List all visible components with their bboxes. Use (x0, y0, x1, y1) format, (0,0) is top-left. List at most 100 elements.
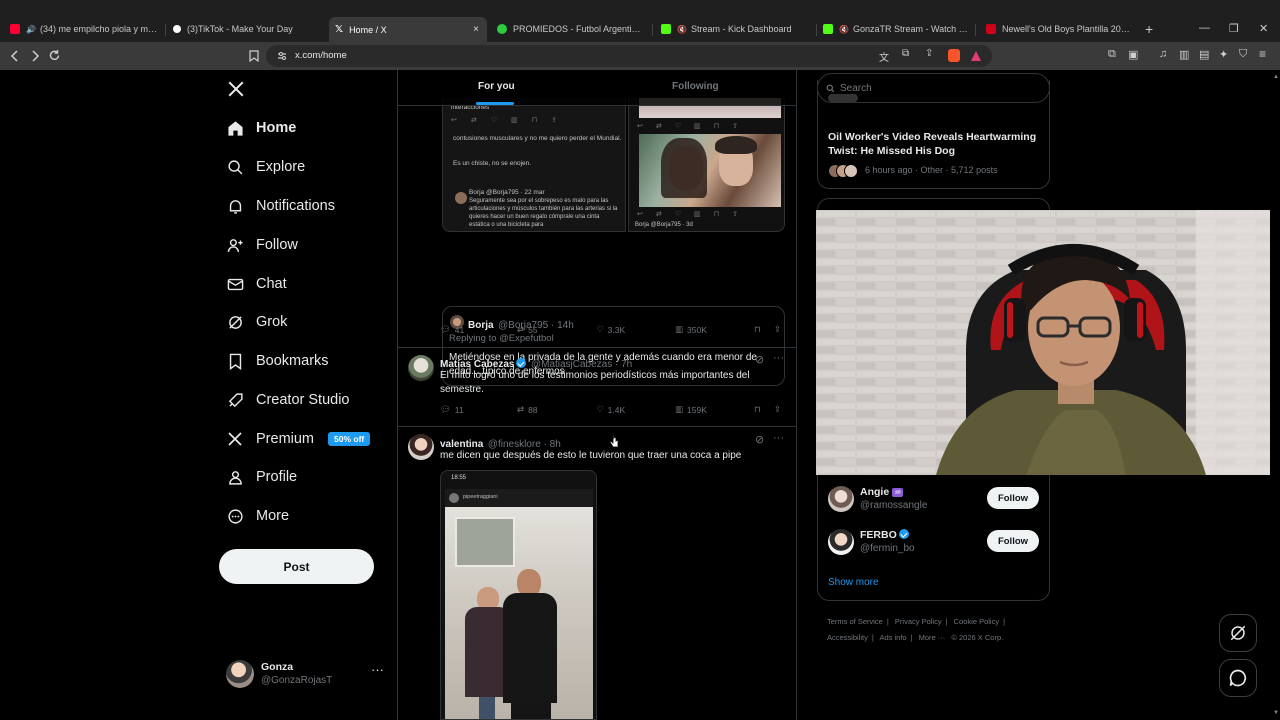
follow-suggestion[interactable]: Angie ♒ @ramossangle Follow (828, 483, 1043, 517)
music-icon[interactable]: ♫ (1159, 48, 1167, 60)
nav-item-follow[interactable]: Follow (218, 230, 298, 260)
account-switcher[interactable]: Gonza @GonzaRojasT ··· (226, 658, 388, 690)
show-more-link[interactable]: Show more (828, 577, 879, 588)
new-tab-button[interactable]: + (1145, 21, 1153, 37)
extensions-icon[interactable]: ⧉ (1108, 48, 1116, 61)
close-window-icon[interactable]: ✕ (1259, 22, 1268, 35)
nav-label: Creator Studio (256, 392, 350, 408)
sidebar-toggle-icon[interactable]: ▥ (1179, 48, 1189, 61)
avatar[interactable] (828, 529, 854, 555)
browser-tab[interactable]: 🔊 (34) me empilcho piola y me pe... (10, 19, 160, 39)
follow-button[interactable]: Follow (987, 530, 1039, 552)
translate-icon[interactable]: 文 (879, 49, 889, 64)
tweet-image[interactable]: ↩⇄♡▥⊓⇪ ↩⇄♡▥⊓⇪ Borja @Borja795 · 3d (628, 98, 785, 232)
nav-item-explore[interactable]: Explore (218, 152, 305, 182)
trend-title[interactable]: Oil Worker's Video Reveals Heartwarming … (828, 131, 1038, 158)
repost-button[interactable]: ⇄ 55 (517, 324, 538, 335)
more-options-icon[interactable]: ··· (773, 352, 784, 364)
browser-tab[interactable]: Newell's Old Boys Plantilla 2013-14 (986, 19, 1131, 39)
follow-button[interactable]: Follow (987, 487, 1039, 509)
more-options-icon[interactable]: ··· (773, 432, 784, 444)
footer-separator: | (886, 617, 889, 626)
footer-link[interactable]: More ··· (919, 633, 946, 642)
nav-item-more[interactable]: More (218, 501, 289, 531)
forward-icon[interactable] (29, 50, 41, 62)
back-icon[interactable] (9, 50, 21, 62)
avatar[interactable] (408, 355, 434, 381)
suggestion-name[interactable]: Angie ♒ (860, 486, 904, 498)
browser-tab[interactable]: 🔇 GonzaTR Stream - Watch Live on (823, 19, 968, 39)
browser-tab-active[interactable]: 𝕏 Home / X × (329, 17, 487, 42)
like-button[interactable]: ♡ 1.4K (596, 404, 625, 415)
bookmark-icon: ⊓ (754, 324, 761, 334)
nav-item-premium[interactable]: Premium 50% off (218, 424, 371, 454)
share-icon[interactable]: ⇪ (925, 48, 933, 59)
suggestion-handle[interactable]: @ramossangle (860, 500, 927, 511)
bookmark-button[interactable]: ⊓ (754, 324, 761, 335)
leo-ai-icon[interactable]: ✦ (1219, 48, 1228, 61)
footer-link[interactable]: Ads info (879, 633, 906, 642)
minimize-icon[interactable]: — (1199, 22, 1210, 34)
nav-item-grok[interactable]: Grok (218, 307, 287, 337)
tweet-image[interactable]: interacciones ↩⇄♡▥⊓⇪ contusiones muscula… (442, 98, 626, 232)
page-scrollbar[interactable]: ▲ ▼ (1270, 70, 1280, 720)
share-button[interactable]: ⇪ (774, 404, 781, 415)
brave-shields-icon[interactable] (948, 49, 960, 62)
x-logo-icon[interactable] (227, 80, 245, 98)
browser-tab[interactable]: PROMIEDOS - Futbol Argentino - Fu (497, 19, 645, 39)
footer-link[interactable]: Cookie Policy (954, 617, 999, 626)
footer-link[interactable]: Privacy Policy (895, 617, 942, 626)
reply-button[interactable]: 💬︎ 11 (440, 404, 464, 415)
reply-button[interactable]: 💬︎ 41 (440, 324, 464, 335)
grok-explain-icon[interactable]: ⊘ (755, 353, 764, 366)
tab-following[interactable]: Following (672, 81, 719, 92)
follow-suggestion[interactable]: FERBO @fermin_bo Follow (828, 526, 1043, 560)
messages-button[interactable] (1219, 659, 1257, 697)
share-button[interactable]: ⇪ (774, 324, 781, 335)
menu-icon[interactable]: ≡ (1259, 47, 1266, 61)
avatar[interactable] (828, 486, 854, 512)
site-settings-icon[interactable] (276, 50, 288, 62)
maximize-icon[interactable]: ❐ (1229, 22, 1239, 35)
suggestion-handle[interactable]: @fermin_bo (860, 543, 915, 554)
post-button[interactable]: Post (219, 549, 374, 584)
account-more-icon[interactable]: ··· (371, 662, 384, 677)
search-icon (226, 158, 244, 176)
views-button[interactable]: ▥ 350K (675, 324, 707, 335)
nav-label: Follow (256, 237, 298, 253)
like-button[interactable]: ♡ 3.3K (596, 324, 625, 335)
wallet-icon[interactable]: ▣ (1128, 48, 1138, 61)
muted-speaker-icon: 🔇 (839, 24, 849, 34)
grok-explain-icon[interactable]: ⊘ (755, 433, 764, 446)
browser-tab[interactable]: (3)TikTok - Make Your Day (173, 19, 313, 39)
tab-for-you[interactable]: For you (478, 81, 515, 92)
verified-badge-icon (898, 529, 909, 539)
tweet-image[interactable]: 18:55 pipeetraggiani (440, 470, 597, 720)
nav-item-creator-studio[interactable]: Creator Studio (218, 385, 350, 415)
nav-item-profile[interactable]: Profile (218, 462, 297, 492)
close-tab-icon[interactable]: × (473, 24, 479, 35)
vpn-icon[interactable]: ⛉ (1239, 48, 1247, 61)
brave-rewards-icon[interactable] (970, 50, 982, 62)
nav-item-notifications[interactable]: Notifications (218, 191, 335, 221)
bookmark-button[interactable]: ⊓ (754, 404, 761, 415)
repost-button[interactable]: ⇄ 88 (517, 404, 538, 415)
footer-link[interactable]: Accessibility (827, 633, 868, 642)
open-in-app-icon[interactable]: ⧉ (902, 48, 909, 59)
browser-tab[interactable]: 🔇 Stream - Kick Dashboard (661, 19, 811, 39)
nav-item-home[interactable]: Home (218, 113, 296, 143)
suggestion-name[interactable]: FERBO (860, 529, 909, 541)
repost-count: 55 (528, 324, 538, 335)
reload-icon[interactable] (48, 49, 61, 62)
grok-button[interactable] (1219, 614, 1257, 652)
nav-item-bookmarks[interactable]: Bookmarks (218, 346, 329, 376)
avatar[interactable] (408, 434, 434, 460)
avatar (226, 660, 254, 688)
address-bar[interactable]: x.com/home 文 ⧉ ⇪ (266, 45, 992, 67)
views-button[interactable]: ▥ 159K (675, 404, 707, 415)
wallet-card-icon[interactable]: ▤ (1199, 48, 1209, 61)
nav-item-chat[interactable]: Chat (218, 269, 287, 299)
bookmark-page-icon[interactable] (249, 50, 259, 62)
image-text: Seguramente sea por el sobrepeso es malo… (469, 198, 618, 228)
footer-link[interactable]: Terms of Service (827, 617, 883, 626)
